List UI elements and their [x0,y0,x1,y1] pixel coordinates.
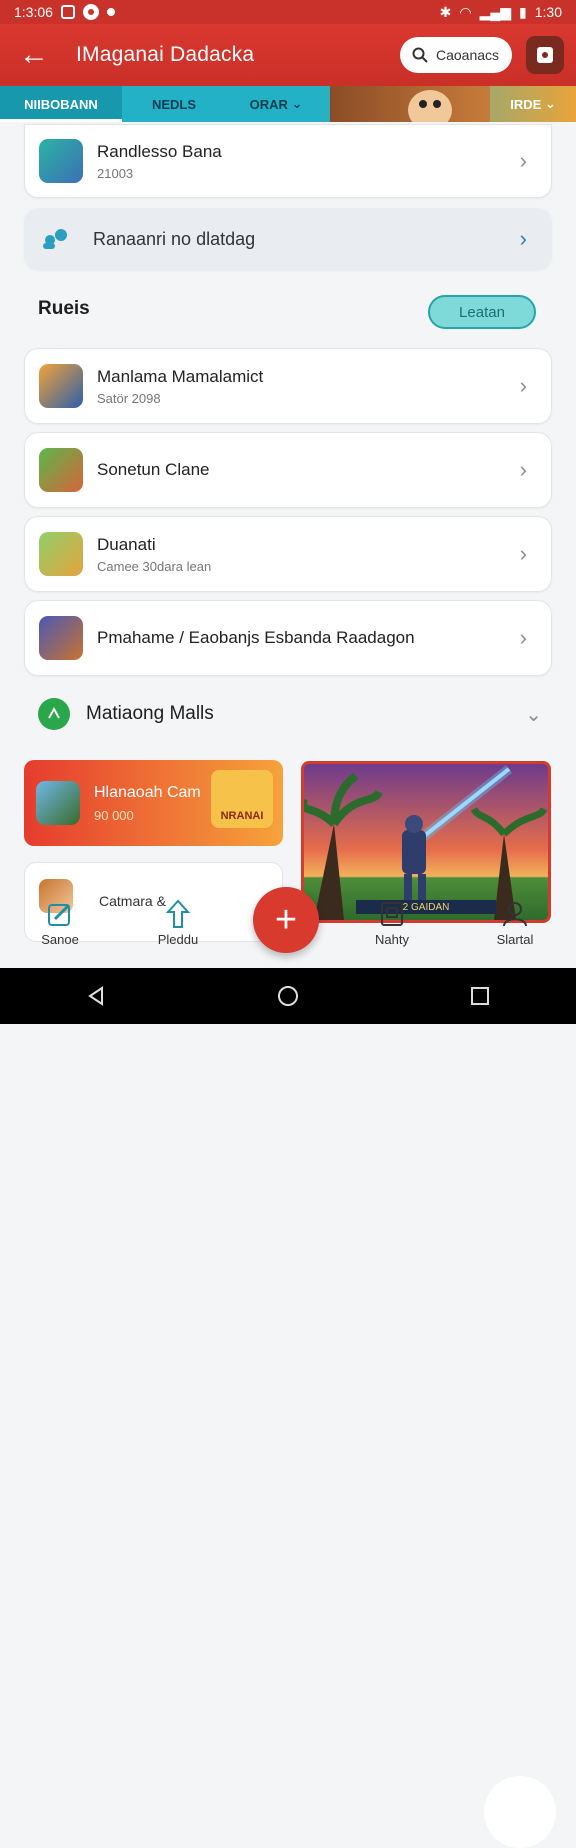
chevron-right-icon: › [519,625,527,650]
chevron-right-icon: › [519,226,527,251]
page-title: IMaganai Dadacka [76,43,255,66]
info-card[interactable]: Ranaanri no dlatdag › [24,208,552,270]
profile-backdrop [484,1776,556,1848]
recents-square-icon[interactable] [469,985,491,1007]
tab-orar[interactable]: ORAR ⌄ [226,86,326,122]
game-icon [39,139,83,183]
item-title: Sonetun Clane [97,460,210,479]
item-subtitle: Camee 30dara lean [97,558,212,574]
nav-label: Sanoe [41,932,79,947]
chevron-down-icon: ⌄ [541,96,556,111]
chevron-right-icon: › [519,148,527,173]
section-title: Rueis [38,298,90,319]
plus-icon: + [274,898,298,941]
signal-icon: ▂▄▆ [479,3,512,20]
item-title: Manlama Mamalamict [97,366,264,386]
tab-label: NEDLS [151,96,197,112]
item-subtitle: Satör 2098 [97,390,161,406]
battery-icon: ▮ [519,3,527,20]
chevron-down-icon: ⌄ [287,96,303,111]
nav-label: Nahty [375,932,409,947]
item-title: Duanati [97,534,156,554]
chevron-right-icon: › [519,457,527,482]
chat-icon [38,698,70,730]
settings-button[interactable] [526,36,564,74]
nav-label: Pleddu [157,932,199,947]
dot-icon [106,8,115,16]
profile-icon [500,896,530,932]
bluetooth-icon: ✱ [439,3,452,20]
list-item-top[interactable]: Randlesso Bana 21003 › [24,124,552,198]
chevron-right-icon: › [519,541,527,566]
malls-header[interactable]: Matiaong Malls ⌄ [38,696,542,732]
character-face [408,90,452,122]
chevron-right-icon: › [519,373,527,398]
status-time-right: 1:30 [534,4,562,20]
list-item[interactable]: Duanati Camee 30dara lean › [24,516,552,592]
tab-nedls[interactable]: NEDLS [122,86,226,122]
notification-icon [60,5,75,19]
info-text: Ranaanri no dlatdag [93,228,256,249]
back-arrow-icon[interactable]: ← [14,35,54,75]
nav-item-pleddu[interactable]: Pleddu [138,896,218,947]
add-button[interactable]: + [253,887,319,953]
item-title: Pmahame / Eaobanjs Esbanda Raadagon [97,628,415,647]
malls-title: Matiaong Malls [86,703,214,724]
game-icon [39,532,83,576]
nav-item-nahty[interactable]: Nahty [352,896,432,947]
game-icon [36,781,80,825]
upload-icon [163,896,193,932]
promo-character-art: NRANAI [211,770,273,828]
wifi-icon: ◠ [459,3,472,20]
search-button[interactable]: Caoanacs [400,37,512,73]
item-title: Randlesso Bana [97,141,222,161]
game-icon [39,364,83,408]
list-item[interactable]: Pmahame / Eaobanjs Esbanda Raadagon › [24,600,552,676]
notes-icon [377,896,407,932]
tab-banner-art [330,86,490,122]
nav-item-slartal[interactable]: Slartal [475,896,555,947]
app-bar: ← IMaganai Dadacka Caoanacs [0,24,576,86]
record-icon [82,4,99,20]
system-nav-bar [0,968,576,1024]
status-bar: 1:3:06 ✱ ◠ ▂▄▆ ▮ 1:30 [0,0,576,24]
chevron-down-icon: ⌄ [525,703,542,726]
tab-label: IRDE [510,96,542,112]
section-action-button[interactable]: Leatan [428,295,536,329]
tab-irde[interactable]: IRDE ⌄ [490,86,576,122]
search-label: Caoanacs [436,47,500,63]
edit-icon [45,896,75,932]
users-icon [43,229,67,249]
tab-label: ORAR [249,96,288,112]
nav-item-sanoe[interactable]: Sanoe [20,896,100,947]
item-subtitle: 21003 [97,165,134,181]
nav-label: Slartal [496,932,534,947]
status-time-left: 1:3:06 [14,4,53,20]
tab-bar: NIIBOBANN NEDLS ORAR ⌄ IRDE ⌄ [0,86,576,122]
gear-icon [537,47,553,63]
promo-card[interactable]: Hlanaoah Cam 90 000 NRANAI [24,760,283,846]
list-item[interactable]: Sonetun Clane › [24,432,552,508]
list-item[interactable]: Manlama Mamalamict Satör 2098 › [24,348,552,424]
tab-label: NIIBOBANN [24,96,98,112]
tab-niibobann[interactable]: NIIBOBANN [0,86,122,122]
search-icon [412,47,428,63]
game-icon [39,616,83,660]
back-triangle-icon[interactable] [85,985,107,1007]
home-circle-icon[interactable] [276,984,300,1008]
game-icon [39,448,83,492]
promo-badge: NRANAI [220,810,264,822]
